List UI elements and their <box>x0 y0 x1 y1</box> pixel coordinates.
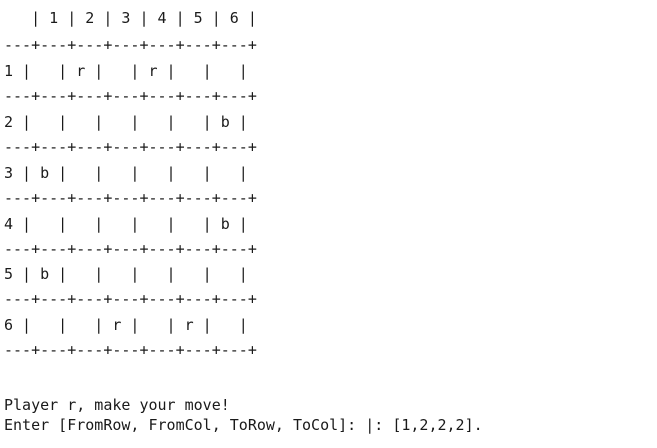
player-prompt: Player r, make your move! <box>4 396 230 414</box>
board-row-4: 4 | | | | | | b | <box>4 215 248 233</box>
board-separator: ---+---+---+---+---+---+---+ <box>4 290 257 308</box>
board-row-1: 1 | | r | | r | | | <box>4 62 248 80</box>
board-separator: ---+---+---+---+---+---+---+ <box>4 341 257 359</box>
board-header: | 1 | 2 | 3 | 4 | 5 | 6 | <box>4 9 257 27</box>
board-separator: ---+---+---+---+---+---+---+ <box>4 189 257 207</box>
board-separator: ---+---+---+---+---+---+---+ <box>4 240 257 258</box>
board-row-5: 5 | b | | | | | | <box>4 265 248 283</box>
board-row-3: 3 | b | | | | | | <box>4 164 248 182</box>
board-row-2: 2 | | | | | | b | <box>4 113 248 131</box>
board-row-6: 6 | | | r | | r | | <box>4 316 248 334</box>
board-separator: ---+---+---+---+---+---+---+ <box>4 36 257 54</box>
board-separator: ---+---+---+---+---+---+---+ <box>4 87 257 105</box>
board-separator: ---+---+---+---+---+---+---+ <box>4 138 257 156</box>
move-input-line[interactable]: Enter [FromRow, FromCol, ToRow, ToCol]: … <box>4 416 483 434</box>
terminal-window: | 1 | 2 | 3 | 4 | 5 | 6 | ---+---+---+--… <box>4 0 654 448</box>
